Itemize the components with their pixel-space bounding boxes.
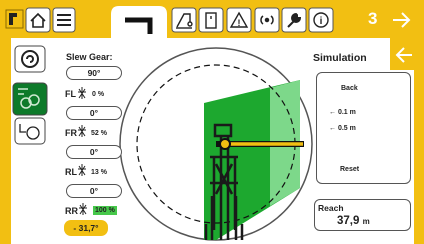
reset-button-label: Reset xyxy=(340,166,360,173)
radio-button[interactable] xyxy=(254,7,280,33)
simulation-title: Simulation xyxy=(313,52,367,64)
reach-label: Reach xyxy=(318,203,344,213)
step-small-label: ← 0.1 m xyxy=(329,109,356,116)
svg-text:i: i xyxy=(320,16,323,27)
svg-text:!: ! xyxy=(238,18,241,28)
info-button[interactable]: i xyxy=(308,7,334,33)
crane-lift-button[interactable] xyxy=(171,7,197,33)
door-button[interactable] xyxy=(198,7,224,33)
slew-center-marker xyxy=(219,138,231,150)
back-page-button[interactable] xyxy=(395,47,412,63)
outrigger-rr-label: RR xyxy=(65,206,78,216)
crane-screen: ! i Slew Gear: 90° FL 0 % 0° FR 52 % 0° … xyxy=(0,0,424,244)
arrow-right-icon xyxy=(393,12,411,28)
reset-button[interactable] xyxy=(317,145,410,183)
app-logo-icon xyxy=(5,9,24,29)
outrigger-fl-angle[interactable]: 0° xyxy=(66,106,122,120)
outrigger-fr-angle[interactable]: 0° xyxy=(66,145,122,159)
slew-angle-value[interactable]: - 31,7° xyxy=(64,220,108,236)
slew-radius-diagram xyxy=(119,47,313,241)
outrigger-fl-percent: 0 % xyxy=(92,91,105,98)
outrigger-rl-percent: 13 % xyxy=(91,169,107,176)
outrigger-fl-label: FL xyxy=(65,89,76,99)
step-large-label: ← 0.5 m xyxy=(329,125,356,132)
outrigger-fr-icon xyxy=(78,125,86,137)
tab-crane-boom[interactable] xyxy=(111,6,167,39)
next-page-button[interactable] xyxy=(393,12,411,28)
home-button[interactable] xyxy=(25,7,51,33)
outrigger-fl-icon xyxy=(78,87,86,99)
outrigger-rr-icon xyxy=(79,203,87,215)
service-button[interactable] xyxy=(281,7,307,33)
outrigger-fr-label: FR xyxy=(65,128,77,138)
reach-value: 37,9 m xyxy=(337,215,370,227)
reach-number: 37,9 xyxy=(337,215,360,227)
outrigger-rl-angle[interactable]: 0° xyxy=(66,184,122,198)
menu-button[interactable] xyxy=(52,7,76,33)
outrigger-rl-icon xyxy=(78,164,86,176)
arrow-left-icon xyxy=(395,47,412,63)
outrigger-rl-label: RL xyxy=(65,167,77,177)
slew-gear-label: Slew Gear: xyxy=(66,52,113,62)
back-button[interactable] xyxy=(317,73,410,106)
warning-button[interactable]: ! xyxy=(226,7,252,33)
outrigger-rr-percent: 100 % xyxy=(93,206,117,215)
outrigger-fr-percent: 52 % xyxy=(91,130,107,137)
details-info-button[interactable] xyxy=(14,117,46,145)
reach-unit: m xyxy=(362,217,370,226)
outrigger-view-button[interactable] xyxy=(12,82,48,116)
page-number: 3 xyxy=(368,9,378,28)
mode-button[interactable] xyxy=(14,45,46,73)
slew-gear-value[interactable]: 90° xyxy=(66,66,122,80)
back-button-label: Back xyxy=(341,85,358,92)
